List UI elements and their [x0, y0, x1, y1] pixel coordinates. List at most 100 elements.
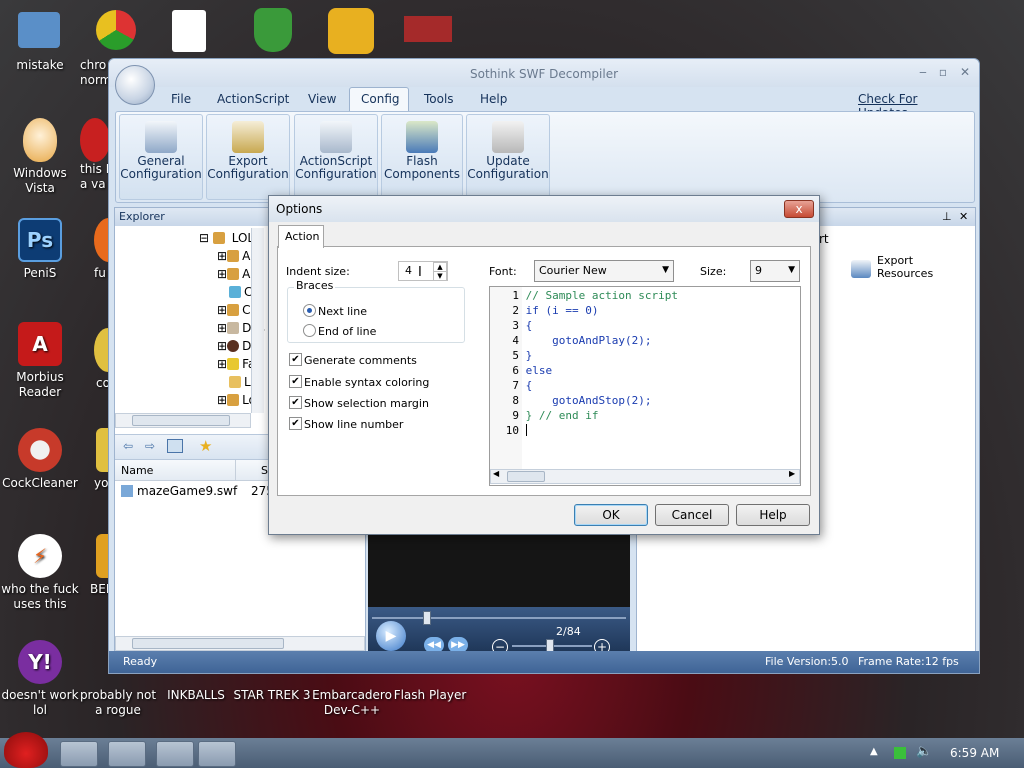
menu-config[interactable]: Config — [361, 92, 400, 106]
update-configuration-button[interactable]: Update Configuration — [466, 114, 550, 200]
taskbar-explorer-button[interactable] — [60, 741, 98, 767]
expand-icon[interactable]: ⊞ — [217, 321, 227, 335]
tree-hscroll[interactable] — [115, 413, 251, 428]
expand-icon[interactable]: ⊞ — [217, 267, 227, 281]
dialog-close-icon[interactable]: x — [784, 200, 814, 218]
file-list-hscroll[interactable] — [115, 636, 365, 651]
menu-help[interactable]: Help — [480, 92, 507, 106]
scroll-thumb[interactable] — [132, 415, 230, 426]
desktop-icon-co[interactable]: co — [80, 328, 108, 391]
scroll-left-icon[interactable]: ◀ — [493, 469, 499, 478]
application-menu-button[interactable] — [115, 65, 155, 105]
cancel-button[interactable]: Cancel — [655, 504, 729, 526]
line-number-checkbox[interactable]: ✔ — [289, 417, 302, 430]
generate-comments-label[interactable]: Generate comments — [304, 354, 417, 367]
desktop-icon-fu[interactable]: fu — [80, 218, 108, 281]
actionscript-configuration-button[interactable]: ActionScript Configuration — [294, 114, 378, 200]
scroll-thumb[interactable] — [507, 471, 545, 482]
pin-icon[interactable]: ⊥ — [942, 210, 952, 223]
desktop-icon-mistake[interactable]: mistake — [0, 58, 80, 73]
expand-icon[interactable]: ⊞ — [217, 339, 227, 353]
desktop-icon-cockcleaner[interactable]: CockCleaner — [0, 428, 80, 491]
spinner-down-icon[interactable]: ▼ — [433, 271, 447, 281]
solitaire-icon[interactable] — [172, 10, 206, 52]
generate-comments-checkbox[interactable]: ✔ — [289, 353, 302, 366]
syntax-coloring-label[interactable]: Enable syntax coloring — [304, 376, 429, 389]
desktop-icon-chrome[interactable]: chro norm — [80, 58, 108, 88]
flash-components-button[interactable]: Flash Components — [381, 114, 463, 200]
desktop-icon-who-the-fuck[interactable]: ⚡ who the fuck uses this — [0, 534, 80, 612]
column-name-header[interactable]: Name — [121, 464, 153, 477]
flash-folder-icon[interactable] — [18, 12, 60, 48]
desktop-icon-star-trek[interactable]: STAR TREK 3 — [232, 688, 312, 703]
start-button-angry-bird-icon[interactable] — [4, 732, 48, 768]
general-configuration-button[interactable]: General Configuration — [119, 114, 203, 200]
size-select[interactable]: 9 ▼ — [750, 260, 800, 282]
security-shield-icon[interactable] — [254, 8, 292, 52]
minimize-icon[interactable]: ‒ — [915, 65, 931, 79]
play-button[interactable]: ▶ — [376, 621, 406, 651]
up-folder-icon[interactable] — [167, 439, 183, 453]
timeline-thumb[interactable] — [423, 611, 431, 625]
ok-button[interactable]: OK — [574, 504, 648, 526]
bad-piggies-icon[interactable] — [328, 8, 374, 54]
chrome-icon[interactable] — [96, 10, 136, 50]
desktop-icon-bee[interactable]: BEE — [80, 534, 108, 597]
code-hscroll[interactable]: ◀ ▶ — [490, 469, 800, 484]
desktop-icon-probably-not[interactable]: probably not a rogue — [78, 688, 158, 718]
brace-next-line-label[interactable]: Next line — [318, 305, 367, 318]
export-resources-button[interactable]: Export Resources — [851, 254, 961, 288]
menu-actionscript[interactable]: ActionScript — [217, 92, 289, 106]
tray-network-icon[interactable] — [894, 747, 906, 759]
game-logo-icon[interactable] — [404, 16, 452, 42]
taskbar-chrome-button[interactable] — [108, 741, 146, 767]
desktop-icon-penis[interactable]: Ps PeniS — [0, 218, 80, 281]
timeline-track[interactable] — [372, 617, 626, 619]
brace-next-line-radio[interactable] — [303, 304, 316, 317]
desktop-icon-flash-player[interactable]: Flash Player — [390, 688, 470, 703]
desktop-icon-yo[interactable]: yo — [80, 428, 108, 491]
taskbar-7zip-button[interactable] — [156, 741, 194, 767]
desktop-icon-this[interactable]: this I a va — [80, 118, 108, 192]
font-select[interactable]: Courier New ▼ — [534, 260, 674, 282]
help-button[interactable]: Help — [736, 504, 810, 526]
expand-icon[interactable]: ⊞ — [217, 303, 227, 317]
expand-icon[interactable]: ⊞ — [217, 393, 227, 407]
tray-expand-icon[interactable]: ▲ — [870, 746, 878, 757]
tray-clock[interactable]: 6:59 AM — [950, 746, 999, 760]
brace-end-of-line-label[interactable]: End of line — [318, 325, 376, 338]
column-divider[interactable] — [235, 460, 236, 480]
tree-vscroll[interactable] — [251, 228, 264, 413]
indent-size-spinner[interactable]: 4 ▲ ▼ — [398, 261, 448, 281]
close-panel-icon[interactable]: ✕ — [959, 210, 968, 223]
favorites-star-icon[interactable]: ★ — [199, 437, 212, 455]
desktop-icon-embarcadero[interactable]: Embarcadero Dev-C++ — [312, 688, 392, 718]
code-preview[interactable]: 1 // Sample action script 2 if (i == 0) … — [489, 286, 801, 486]
line-number-label[interactable]: Show line number — [304, 418, 403, 431]
desktop-icon-morbius-reader[interactable]: A Morbius Reader — [0, 322, 80, 400]
back-arrow-icon[interactable]: ⇦ — [123, 439, 133, 453]
syntax-coloring-checkbox[interactable]: ✔ — [289, 375, 302, 388]
forward-arrow-icon[interactable]: ⇨ — [145, 439, 155, 453]
scroll-thumb[interactable] — [132, 638, 284, 649]
maximize-icon[interactable]: ▫ — [935, 65, 951, 79]
expand-icon[interactable]: ⊞ — [217, 249, 227, 263]
menu-tools[interactable]: Tools — [424, 92, 454, 106]
export-tab-fragment[interactable]: rt — [819, 232, 829, 246]
brace-end-of-line-radio[interactable] — [303, 324, 316, 337]
desktop-icon-windows-vista[interactable]: Windows Vista — [0, 118, 80, 196]
tab-action[interactable]: Action — [278, 225, 324, 248]
menu-file[interactable]: File — [171, 92, 191, 106]
scroll-right-icon[interactable]: ▶ — [789, 469, 795, 478]
close-icon[interactable]: ✕ — [957, 65, 973, 79]
window-title-bar[interactable]: Sothink SWF Decompiler ‒ ▫ ✕ — [109, 59, 979, 87]
selection-margin-label[interactable]: Show selection margin — [304, 397, 429, 410]
desktop-icon-doesnt-work[interactable]: Y! doesn't work lol — [0, 640, 80, 718]
dialog-title-bar[interactable]: Options — [269, 196, 819, 222]
export-configuration-button[interactable]: Export Configuration — [206, 114, 290, 200]
tray-volume-icon[interactable]: 🔈 — [916, 744, 932, 759]
desktop-icon-inkballs[interactable]: INKBALLS — [156, 688, 236, 703]
collapse-icon[interactable]: ⊟ — [199, 231, 209, 245]
menu-view[interactable]: View — [308, 92, 336, 106]
taskbar-sothink-button[interactable] — [198, 741, 236, 767]
